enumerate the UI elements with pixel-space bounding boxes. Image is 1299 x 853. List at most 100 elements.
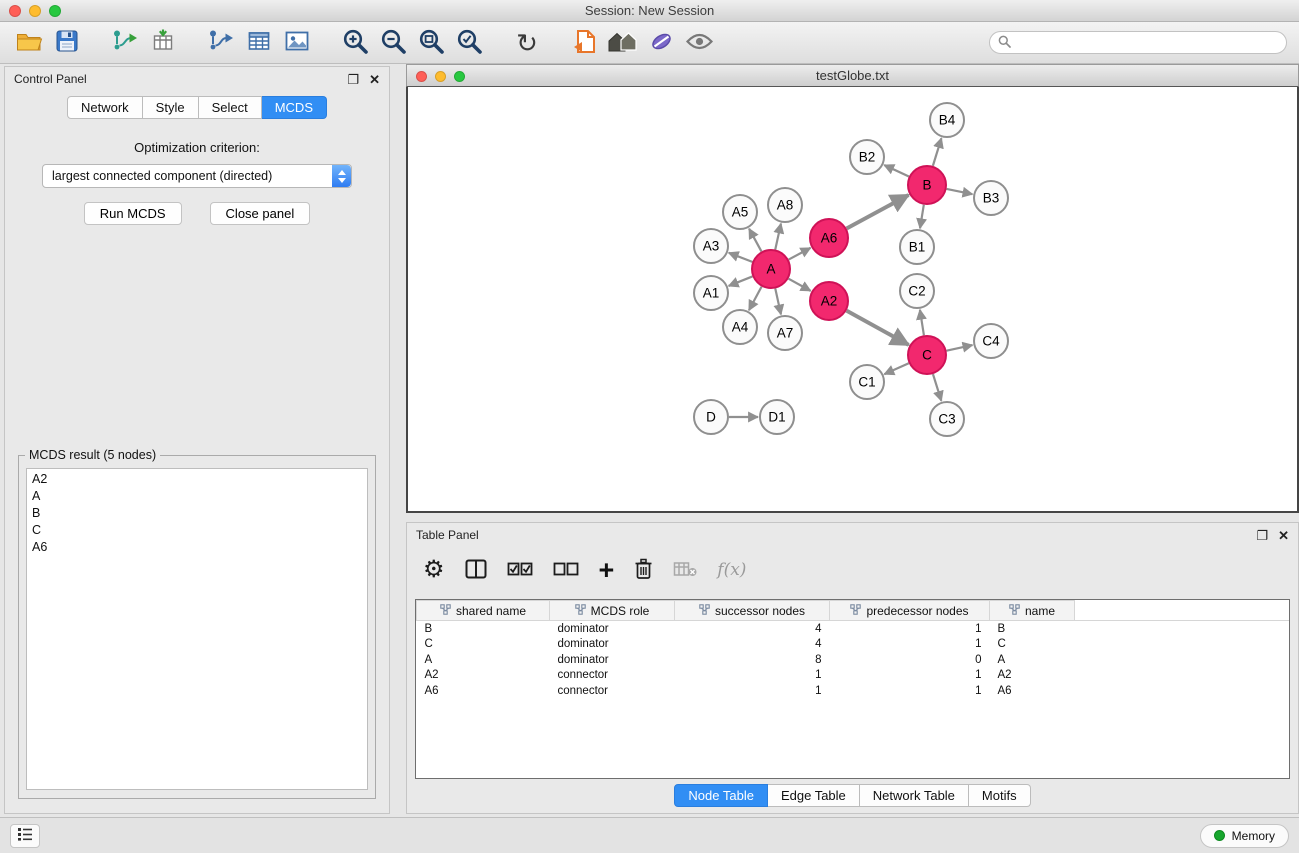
graph-edge-C-C2[interactable] (920, 310, 924, 335)
graph-edge-A-A2[interactable] (789, 279, 811, 291)
graph-edge-A-A6[interactable] (789, 248, 811, 260)
refresh-view-button[interactable]: ↻ (510, 26, 544, 60)
table-row-C[interactable]: Cdominator41C (417, 636, 1290, 652)
table-cell[interactable]: A (417, 652, 550, 668)
table-cell[interactable]: connector (550, 683, 675, 699)
table-cell[interactable]: A (990, 652, 1075, 668)
mcds-result-list[interactable]: A2ABCA6 (26, 468, 368, 790)
task-history-button[interactable] (10, 824, 40, 848)
select-all-columns-button[interactable] (507, 562, 533, 579)
save-session-button[interactable] (50, 26, 84, 60)
graph-edge-B-B4[interactable] (933, 138, 942, 166)
graph-edge-C-C4[interactable] (947, 345, 973, 351)
export-table-button[interactable] (242, 26, 276, 60)
graph-edge-C-C1[interactable] (884, 363, 908, 374)
table-cell[interactable]: B (417, 621, 550, 637)
table-cell[interactable]: 1 (675, 683, 830, 699)
graph-node-A[interactable]: A (752, 250, 790, 288)
graph-edge-B-B1[interactable] (920, 205, 924, 228)
table-cell[interactable]: connector (550, 668, 675, 684)
graph-edge-A-A4[interactable] (749, 287, 762, 311)
graph-node-C3[interactable]: C3 (930, 402, 964, 436)
create-column-button[interactable]: + (599, 557, 615, 584)
zoom-in-button[interactable] (338, 26, 372, 60)
mcds-result-item[interactable]: A6 (27, 539, 367, 556)
table-row-A6[interactable]: A6connector11A6 (417, 683, 1290, 699)
style-preview-button[interactable] (644, 26, 678, 60)
graph-node-B3[interactable]: B3 (974, 181, 1008, 215)
show-columns-button[interactable] (465, 559, 487, 582)
float-panel-icon[interactable]: ❐ (347, 73, 359, 86)
table-cell[interactable]: A6 (417, 683, 550, 699)
graph-edge-A-A3[interactable] (729, 253, 753, 262)
table-cell[interactable]: dominator (550, 621, 675, 637)
network-canvas[interactable]: B4B2BB3A5A8A6B1A3AC2A1A2A4A7CC4C1C3DD1 (406, 87, 1299, 513)
table-cell[interactable]: 4 (675, 636, 830, 652)
export-image-button[interactable] (280, 26, 314, 60)
network-close-button[interactable] (416, 71, 427, 82)
graph-edge-A-A1[interactable] (729, 276, 753, 286)
graph-edge-B-B2[interactable] (884, 165, 909, 177)
network-file-button[interactable] (568, 26, 602, 60)
table-cell[interactable]: 1 (830, 621, 990, 637)
control-tab-select[interactable]: Select (199, 96, 262, 119)
table-row-A2[interactable]: A2connector11A2 (417, 668, 1290, 684)
graph-node-A5[interactable]: A5 (723, 195, 757, 229)
table-row-A[interactable]: Adominator80A (417, 652, 1290, 668)
table-cell[interactable]: 1 (830, 668, 990, 684)
graph-edge-A6-B[interactable] (847, 195, 909, 228)
graph-node-A3[interactable]: A3 (694, 229, 728, 263)
delete-columns-button[interactable] (634, 558, 653, 583)
mcds-result-item[interactable]: C (27, 522, 367, 539)
graph-node-C4[interactable]: C4 (974, 324, 1008, 358)
memory-button[interactable]: Memory (1200, 824, 1289, 848)
column-header-shared-name[interactable]: shared name (417, 601, 550, 621)
graph-node-A8[interactable]: A8 (768, 188, 802, 222)
run-mcds-button[interactable]: Run MCDS (84, 202, 182, 225)
graph-node-B4[interactable]: B4 (930, 103, 964, 137)
graph-node-A6[interactable]: A6 (810, 219, 848, 257)
graph-node-A2[interactable]: A2 (810, 282, 848, 320)
table-cell[interactable]: 1 (830, 683, 990, 699)
control-tab-network[interactable]: Network (67, 96, 143, 119)
control-tab-mcds[interactable]: MCDS (262, 96, 327, 119)
table-close-panel-icon[interactable]: ✕ (1278, 529, 1289, 542)
table-cell[interactable]: A2 (417, 668, 550, 684)
table-cell[interactable]: C (990, 636, 1075, 652)
column-header-predecessor-nodes[interactable]: predecessor nodes (830, 601, 990, 621)
graph-edge-A2-C[interactable] (847, 311, 909, 345)
close-panel-button[interactable]: Close panel (210, 202, 311, 225)
overview-button[interactable] (606, 26, 640, 60)
table-settings-button[interactable]: ⚙ (423, 558, 445, 582)
graph-edge-A-A8[interactable] (775, 224, 781, 250)
search-input[interactable] (1016, 36, 1278, 50)
graph-node-A4[interactable]: A4 (723, 310, 757, 344)
graph-node-D1[interactable]: D1 (760, 400, 794, 434)
table-cell[interactable]: dominator (550, 636, 675, 652)
table-tab-edge-table[interactable]: Edge Table (768, 784, 860, 807)
minimize-window-button[interactable] (29, 5, 41, 17)
table-cell[interactable]: 0 (830, 652, 990, 668)
table-cell[interactable]: A6 (990, 683, 1075, 699)
graph-edge-B-B3[interactable] (947, 189, 973, 194)
zoom-selected-button[interactable] (452, 26, 486, 60)
close-window-button[interactable] (9, 5, 21, 17)
graph-node-B2[interactable]: B2 (850, 140, 884, 174)
open-session-button[interactable] (12, 26, 46, 60)
function-builder-button[interactable]: f(x) (717, 560, 746, 580)
graph-node-B[interactable]: B (908, 166, 946, 204)
graph-node-A1[interactable]: A1 (694, 276, 728, 310)
graph-node-C[interactable]: C (908, 336, 946, 374)
graph-edge-C-C3[interactable] (933, 374, 941, 401)
graph-node-D[interactable]: D (694, 400, 728, 434)
graph-node-C1[interactable]: C1 (850, 365, 884, 399)
export-network-button[interactable] (204, 26, 238, 60)
graph-node-A7[interactable]: A7 (768, 316, 802, 350)
zoom-fit-button[interactable] (414, 26, 448, 60)
control-tab-style[interactable]: Style (143, 96, 199, 119)
network-zoom-button[interactable] (454, 71, 465, 82)
table-float-panel-icon[interactable]: ❐ (1256, 529, 1268, 542)
zoom-out-button[interactable] (376, 26, 410, 60)
delete-table-button[interactable] (673, 561, 697, 580)
mcds-result-item[interactable]: A2 (27, 471, 367, 488)
